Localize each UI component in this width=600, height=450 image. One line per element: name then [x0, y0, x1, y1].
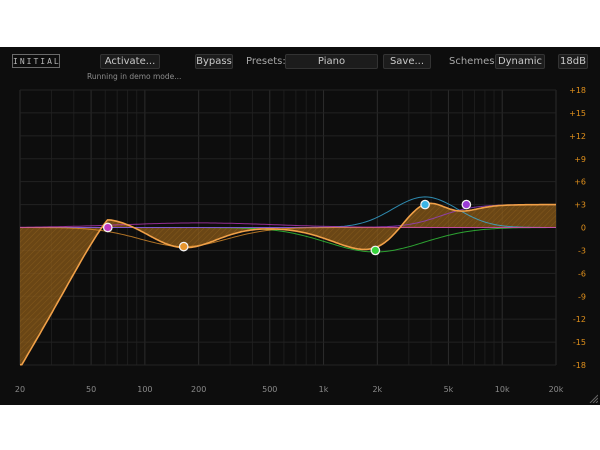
db-tick-label: +3 [574, 201, 586, 210]
db-tick-label: -18 [573, 361, 586, 370]
bypass-button[interactable]: Bypass [195, 54, 233, 69]
db-tick-label: +6 [574, 178, 586, 187]
presets-label: Presets: [246, 56, 286, 67]
toolbar: INITIAL Activate... Bypass Presets: Pian… [0, 47, 600, 83]
db-tick-label: +15 [569, 109, 586, 118]
band-curve-green [20, 227, 556, 253]
schemes-label: Schemes: [449, 56, 498, 67]
demo-status: Running in demo mode... [87, 72, 182, 81]
band-node-cyan[interactable] [420, 199, 430, 210]
frequency-tick-label: 1k [319, 385, 329, 394]
db-tick-label: 0 [581, 224, 586, 233]
preset-select[interactable]: Piano [285, 54, 378, 69]
db-tick-label: -12 [573, 315, 586, 324]
db-tick-label: +9 [574, 155, 586, 164]
frequency-tick-label: 50 [86, 385, 96, 394]
db-tick-label: +18 [569, 86, 586, 95]
db-tick-label: -9 [578, 292, 586, 301]
frequency-tick-label: 2k [372, 385, 382, 394]
band-node-purple[interactable] [102, 222, 113, 233]
band-node-green[interactable] [370, 245, 381, 256]
frequency-tick-label: 100 [137, 385, 152, 394]
resize-grip-icon[interactable] [588, 393, 598, 403]
range-button[interactable]: 18dB [558, 54, 588, 69]
logo: INITIAL [12, 54, 60, 68]
eq-plugin-window: +18 +15 +12 +9 +6 +3 0 -3 -6 -9 -12 -15 -18 20 50 100 20… [0, 47, 600, 405]
frequency-tick-label: 20 [15, 385, 25, 394]
band-node-violet[interactable] [461, 199, 472, 210]
scheme-select[interactable]: Dynamic [495, 54, 545, 69]
frequency-tick-label: 200 [191, 385, 206, 394]
db-tick-label: -15 [573, 338, 586, 347]
frequency-tick-label: 5k [444, 385, 454, 394]
band-node-orange[interactable] [178, 241, 189, 252]
db-tick-label: -3 [578, 246, 586, 255]
frequency-tick-label: 20k [549, 385, 564, 394]
eq-display[interactable]: +18 +15 +12 +9 +6 +3 0 -3 -6 -9 -12 -15 -18 20 50 100 20… [0, 47, 600, 405]
frequency-tick-label: 500 [262, 385, 277, 394]
db-tick-label: -6 [578, 269, 586, 278]
save-button[interactable]: Save... [383, 54, 431, 69]
activate-button[interactable]: Activate... [100, 54, 160, 69]
frequency-tick-label: 10k [495, 385, 510, 394]
db-tick-label: +12 [569, 132, 586, 141]
